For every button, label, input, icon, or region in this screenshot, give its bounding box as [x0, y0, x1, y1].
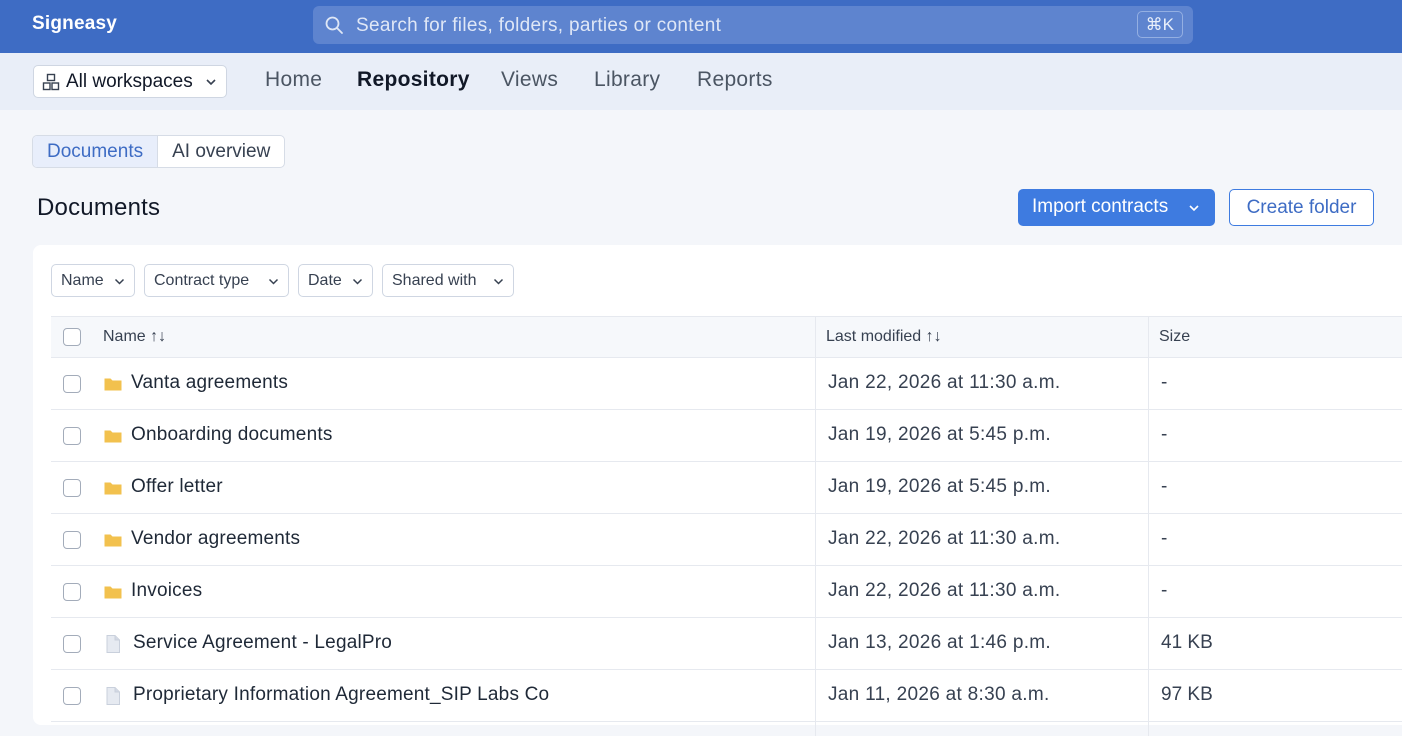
filter-contract-type-label: Contract type: [154, 272, 250, 289]
filter-shared-with[interactable]: Shared with: [382, 264, 514, 297]
folder-icon: [104, 534, 122, 547]
row-checkbox[interactable]: [63, 531, 81, 549]
row-name[interactable]: Service Agreement - LegalPro: [133, 632, 392, 654]
folder-icon: [104, 430, 122, 443]
row-size: -: [1161, 424, 1168, 445]
search-input[interactable]: Search for files, folders, parties or co…: [356, 15, 721, 37]
table-row[interactable]: Vanta agreements Jan 22, 2026 at 11:30 a.…: [51, 358, 1402, 410]
table-header: Name ↑↓ Last modified ↑↓ Size: [51, 316, 1402, 358]
row-name[interactable]: Invoices: [131, 580, 202, 602]
filter-name-label: Name: [61, 272, 104, 289]
view-tabs: Documents AI overview: [32, 135, 286, 168]
row-last-modified: Jan 11, 2026 at 8:30 a.m.: [828, 684, 1050, 705]
table-row[interactable]: Invoices Jan 22, 2026 at 11:30 a.m. -: [51, 566, 1402, 618]
row-name[interactable]: Vanta agreements: [131, 372, 288, 394]
folder-icon: [104, 378, 122, 391]
chevron-down-icon: [1189, 205, 1199, 212]
search-icon: [325, 16, 343, 34]
nav-views[interactable]: Views: [501, 68, 558, 92]
row-checkbox[interactable]: [63, 687, 81, 705]
table-row[interactable]: Offer letter Jan 19, 2026 at 5:45 p.m. -: [51, 462, 1402, 514]
row-checkbox[interactable]: [63, 583, 81, 601]
column-last-modified[interactable]: Last modified ↑↓: [826, 328, 942, 346]
nav-library[interactable]: Library: [594, 68, 660, 92]
document-icon: [106, 635, 120, 653]
nav-home[interactable]: Home: [265, 68, 322, 92]
column-name[interactable]: Name ↑↓: [103, 328, 166, 346]
nav-reports[interactable]: Reports: [697, 68, 773, 92]
table-row[interactable]: Vendor agreements Jan 22, 2026 at 11:30 a…: [51, 514, 1402, 566]
document-icon: [106, 687, 120, 705]
folder-icon: [104, 482, 122, 495]
filter-contract-type[interactable]: Contract type: [144, 264, 289, 297]
row-size: 97 KB: [1161, 684, 1213, 705]
chevron-down-icon: [268, 278, 279, 285]
nav-repository[interactable]: Repository: [357, 68, 470, 92]
row-last-modified: Jan 22, 2026 at 11:30 a.m.: [828, 372, 1061, 393]
brand-logo[interactable]: Signeasy: [32, 13, 117, 35]
table-row[interactable]: Proprietary Information Agreement_SIP La…: [51, 670, 1402, 722]
create-folder-button[interactable]: Create folder: [1229, 189, 1374, 226]
row-last-modified: Jan 19, 2026 at 5:45 p.m.: [828, 424, 1051, 445]
row-name[interactable]: Proprietary Information Agreement_SIP La…: [133, 684, 549, 706]
top-bar: Signeasy Search for files, folders, part…: [0, 0, 1402, 53]
column-divider: [1148, 316, 1149, 736]
global-search[interactable]: Search for files, folders, parties or co…: [313, 6, 1193, 44]
chevron-down-icon: [206, 79, 216, 86]
import-contracts-label: Import contracts: [1032, 196, 1169, 217]
chevron-down-icon: [114, 278, 125, 285]
search-shortcut-badge: ⌘K: [1136, 11, 1183, 38]
row-size: -: [1161, 528, 1168, 549]
filter-name[interactable]: Name: [51, 264, 135, 297]
row-name[interactable]: Vendor agreements: [131, 528, 300, 550]
folder-icon: [104, 586, 122, 599]
documents-panel: Name Contract type Date Shared with Name…: [33, 245, 1402, 736]
row-checkbox[interactable]: [63, 635, 81, 653]
row-checkbox[interactable]: [63, 427, 81, 445]
row-size: -: [1161, 372, 1168, 393]
filter-date[interactable]: Date: [298, 264, 373, 297]
row-last-modified: Jan 22, 2026 at 11:30 a.m.: [828, 528, 1061, 549]
row-last-modified: Jan 13, 2026 at 1:46 p.m.: [828, 632, 1051, 653]
page-title: Documents: [37, 194, 161, 221]
filter-shared-with-label: Shared with: [392, 272, 477, 289]
row-last-modified: Jan 22, 2026 at 11:30 a.m.: [828, 580, 1061, 601]
chevron-down-icon: [352, 278, 363, 285]
column-divider: [815, 316, 816, 736]
column-size: Size: [1159, 328, 1191, 345]
row-size: 41 KB: [1161, 632, 1213, 653]
row-name[interactable]: Offer letter: [131, 476, 223, 498]
nav-bar: All workspaces Home Repository Views Lib…: [0, 53, 1402, 110]
import-contracts-button[interactable]: Import contracts: [1018, 189, 1215, 226]
row-checkbox[interactable]: [63, 375, 81, 393]
workspace-selector[interactable]: All workspaces: [33, 65, 227, 98]
row-size: -: [1161, 476, 1168, 497]
row-size: -: [1161, 580, 1168, 601]
row-checkbox[interactable]: [63, 479, 81, 497]
table-row[interactable]: Service Agreement - LegalPro Jan 13, 2026…: [51, 618, 1402, 670]
row-last-modified: Jan 19, 2026 at 5:45 p.m.: [828, 476, 1051, 497]
filter-date-label: Date: [308, 272, 342, 289]
tab-documents[interactable]: Documents: [33, 136, 159, 167]
row-name[interactable]: Onboarding documents: [131, 424, 333, 446]
select-all-checkbox[interactable]: [63, 328, 81, 346]
tab-ai-overview[interactable]: AI overview: [158, 136, 284, 167]
workspace-label: All workspaces: [66, 71, 193, 92]
table-row[interactable]: Onboarding documents Jan 19, 2026 at 5:45…: [51, 410, 1402, 462]
chevron-down-icon: [493, 278, 504, 285]
workspace-icon: [42, 73, 60, 91]
